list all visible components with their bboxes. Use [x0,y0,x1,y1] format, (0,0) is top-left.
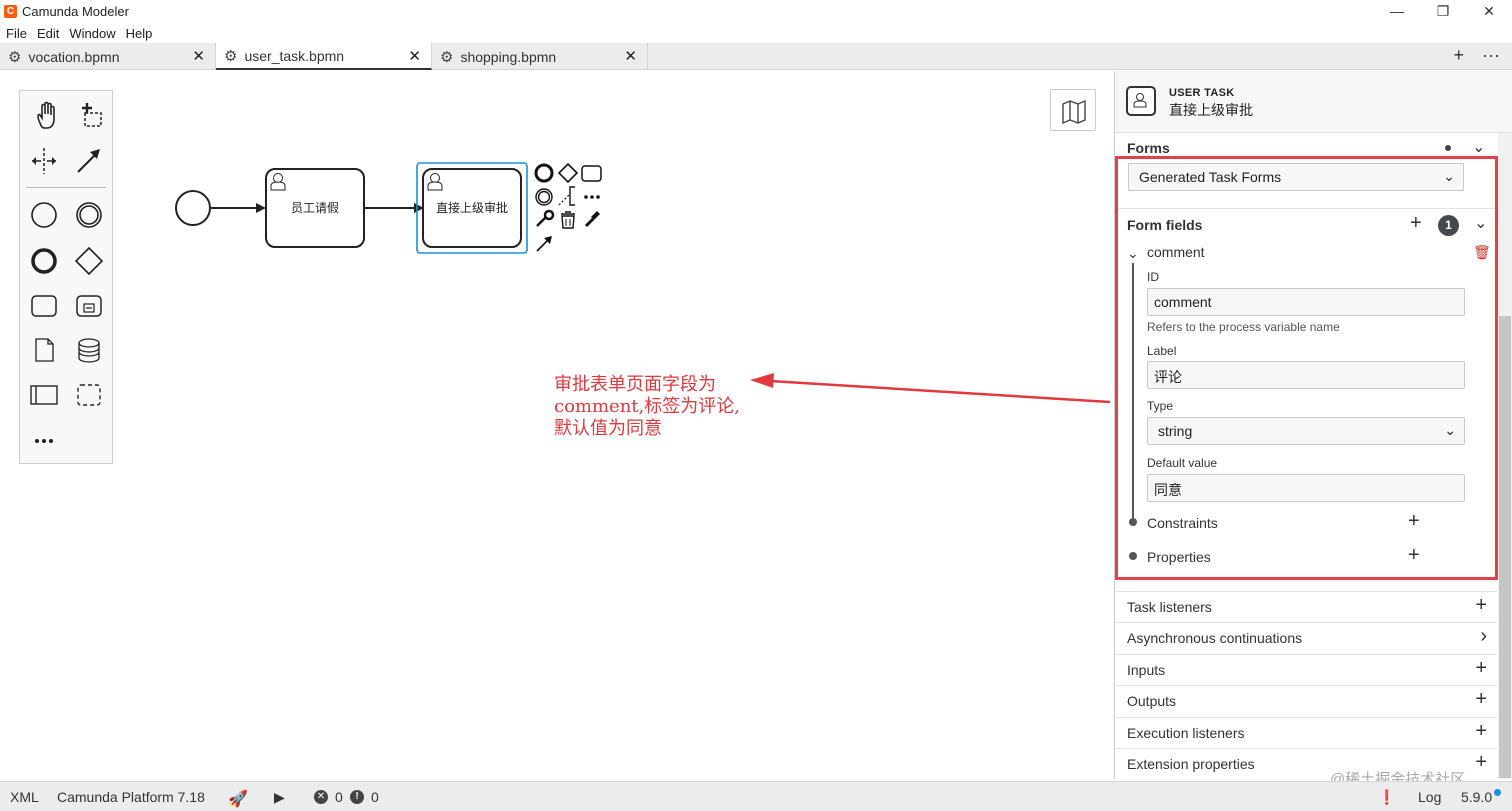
section-label: Task listeners [1127,599,1212,615]
start-event[interactable] [175,190,211,226]
annotation-line-2: comment,标签为评论, [554,396,740,417]
minimize-button[interactable]: — [1374,0,1420,22]
forms-section-title[interactable]: Forms [1127,140,1170,156]
chevron-right-icon[interactable]: › [1480,625,1487,648]
add-icon[interactable]: + [1475,594,1487,617]
append-text-annotation-icon[interactable] [558,186,575,206]
scrollbar-thumb[interactable] [1499,316,1511,778]
section-label: Execution listeners [1127,725,1245,741]
element-type: USER TASK [1169,87,1235,99]
task2-label: 直接上级审批 [436,200,508,215]
close-tab-icon[interactable]: ✕ [192,47,205,65]
connect-icon[interactable] [536,236,552,252]
version-label[interactable]: 5.9.0 [1461,789,1492,805]
section-label: Inputs [1127,662,1166,678]
menu-bar: File Edit Window Help [0,22,162,44]
color-brush-icon[interactable] [584,211,600,228]
warning-icon[interactable]: ! [350,790,364,804]
add-icon[interactable]: + [1475,688,1487,711]
app-title: Camunda Modeler [22,3,129,19]
tab-shopping[interactable]: ⚙ shopping.bpmn ✕ [432,43,648,70]
start-instance-icon[interactable]: ▶ [274,789,285,806]
section-task-listeners[interactable]: Task listeners + [1115,591,1497,622]
menu-window[interactable]: Window [69,26,115,41]
feedback-icon[interactable]: ❗ [1378,789,1395,806]
chevron-down-icon[interactable]: ⌄ [1472,137,1485,157]
delete-icon[interactable] [561,211,575,229]
context-pad [534,162,602,252]
add-icon[interactable]: + [1475,657,1487,680]
tab-user-task[interactable]: ⚙ user_task.bpmn ✕ [216,43,432,70]
section-label: Extension properties [1127,756,1255,772]
close-window-button[interactable]: ✕ [1466,0,1512,22]
panel-header: USER TASK 直接上级审批 [1115,71,1512,133]
task1-label: 员工请假 [291,201,339,215]
annotation-note: 审批表单页面字段为 comment,标签为评论, 默认值为同意 [554,374,740,440]
menu-file[interactable]: File [6,26,27,41]
tab-label: vocation.bpmn [28,48,120,65]
log-button[interactable]: Log [1418,789,1441,805]
title-bar: C Camunda Modeler — ❐ ✕ [0,0,1512,22]
diagram-canvas[interactable]: 员工请假 直接上级审批 审批表单页面字段为 comment,标签为评论, 默认值… [0,71,1114,779]
gear-icon: ⚙ [8,48,22,66]
tab-bar: ⚙ vocation.bpmn ✕ ⚙ user_task.bpmn ✕ ⚙ s… [0,43,1512,70]
section-async-continuations[interactable]: Asynchronous continuations › [1115,622,1497,653]
status-bar: XML Camunda Platform 7.18 🚀 ▶ ✕ 0 ! 0 ❗ … [0,781,1512,811]
section-label: Asynchronous continuations [1127,630,1303,646]
error-count: 0 [335,789,343,805]
window-controls: — ❐ ✕ [1374,0,1512,22]
append-end-event-icon[interactable] [534,163,554,183]
warning-count: 0 [371,789,379,805]
tab-actions: + ··· [1454,45,1501,66]
deploy-rocket-icon[interactable]: 🚀 [228,789,248,809]
minimap-toggle-button[interactable] [1050,89,1096,131]
annotation-line-3: 默认值为同意 [554,418,662,439]
section-label: Outputs [1127,693,1177,709]
camunda-logo-icon: C [4,4,17,18]
add-icon[interactable]: + [1475,720,1487,743]
wrench-icon[interactable] [536,209,555,227]
platform-selector[interactable]: Camunda Platform 7.18 [57,789,205,805]
menu-edit[interactable]: Edit [37,26,59,41]
close-tab-icon[interactable]: ✕ [408,47,421,65]
gear-icon: ⚙ [440,48,454,66]
forms-indicator-dot [1445,145,1451,151]
tab-label: user_task.bpmn [244,47,345,64]
append-gateway-icon[interactable] [557,162,579,184]
restore-button[interactable]: ❐ [1420,0,1466,22]
new-tab-button[interactable]: + [1454,45,1465,66]
highlight-box [1115,156,1498,580]
tab-label: shopping.bpmn [460,48,557,65]
section-inputs[interactable]: Inputs + [1115,654,1497,685]
append-intermediate-event-icon[interactable] [535,188,553,206]
menu-help[interactable]: Help [126,26,153,41]
xml-button[interactable]: XML [10,789,39,805]
user-task-icon [1126,86,1156,116]
more-options-icon[interactable] [584,195,600,199]
append-task-icon[interactable] [581,165,602,182]
tab-vocation[interactable]: ⚙ vocation.bpmn ✕ [0,43,216,70]
panel-scrollbar[interactable] [1498,133,1512,779]
error-icon[interactable]: ✕ [314,790,328,804]
annotation-line-1: 审批表单页面字段为 [554,374,716,395]
update-indicator-dot [1494,789,1501,796]
annotation-arrow [750,373,1111,404]
add-icon[interactable]: + [1475,751,1487,774]
section-execution-listeners[interactable]: Execution listeners + [1115,717,1497,748]
close-tab-icon[interactable]: ✕ [624,47,637,65]
more-tabs-button[interactable]: ··· [1482,45,1500,66]
element-name: 直接上级审批 [1169,102,1253,118]
section-outputs[interactable]: Outputs + [1115,685,1497,716]
gear-icon: ⚙ [224,47,238,65]
